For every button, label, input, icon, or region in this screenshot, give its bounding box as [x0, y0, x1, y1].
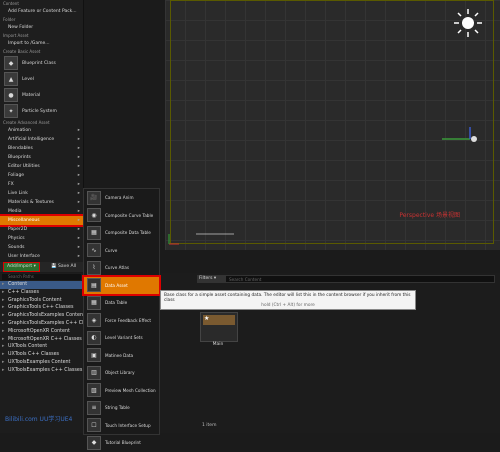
viewport-frame [170, 0, 494, 244]
menu-item-foliage[interactable]: Foliage ▸ [0, 171, 83, 180]
add-import-button[interactable]: Add/Import ▾ [3, 262, 40, 272]
matinee-icon: ▣ [87, 348, 101, 363]
new-folder-item[interactable]: New Folder [0, 23, 83, 32]
curve-icon: ∿ [87, 243, 101, 258]
save-all-button[interactable]: 💾 Save All [48, 263, 79, 271]
menu-item-live-link[interactable]: Live Link ▸ [0, 189, 83, 198]
submenu-item-data-asset[interactable]: ▤ Data Asset [82, 274, 161, 296]
content-toolbar: Add/Import ▾ 💾 Save All [0, 262, 83, 272]
viewport-overlay-text: Perspective 场景视图 [399, 212, 460, 219]
section-folder: Folder [3, 17, 16, 22]
data-asset-icon: ▤ [87, 278, 101, 293]
object-library-icon: ▥ [87, 365, 101, 380]
material-item[interactable]: ● Material [0, 87, 83, 103]
submenu-item-level-variant-sets[interactable]: ◐ Level Variant Sets [84, 329, 159, 347]
filters-button[interactable]: Filters ▾ [197, 275, 225, 283]
menu-item-miscellaneous[interactable]: Miscellaneous ▸ [0, 214, 85, 227]
menu-item-physics[interactable]: Physics ▸ [0, 234, 83, 243]
variant-sets-icon: ◐ [87, 330, 101, 345]
particle-icon: ✦ [4, 104, 18, 118]
folder-tree-panel: Search Paths Content C++ Classes Graphic… [0, 273, 83, 433]
tree-item[interactable]: UXToolsExamples C++ Classes [0, 367, 83, 375]
menu-item-paper2d[interactable]: Paper2D ▸ [0, 225, 83, 234]
level-item[interactable]: ▲ Level [0, 71, 83, 87]
submenu-item-force-feedback[interactable]: ◈ Force Feedback Effect [84, 312, 159, 330]
level-icon: ▲ [4, 72, 18, 86]
blueprint-icon: ◆ [4, 56, 18, 70]
section-basic: Create Basic Asset [3, 49, 41, 54]
section-import: Import Asset [3, 33, 29, 38]
asset-name: Main [212, 342, 224, 347]
sun-icon[interactable] [453, 8, 483, 38]
menu-item-media[interactable]: Media ▸ [0, 207, 83, 216]
level-viewport[interactable]: Perspective 场景视图 [165, 0, 500, 250]
menu-item-materials[interactable]: Materials & Textures ▸ [0, 198, 83, 207]
submenu-item-object-library[interactable]: ▥ Object Library [84, 364, 159, 382]
search-content-input[interactable]: Search Content [225, 275, 495, 283]
watermark: Bilibili.com UU学习UE4 [5, 416, 73, 423]
curve-atlas-icon: ⌇ [87, 260, 101, 275]
star-icon: ★ [204, 315, 210, 322]
viewport-scale-bar [196, 233, 234, 235]
submenu-item-data-table[interactable]: ▦ Data Table [84, 294, 159, 312]
tutorial-blueprint-icon: ◆ [87, 435, 101, 450]
asset-tile[interactable]: ★ [200, 312, 238, 342]
submenu-item-composite-curve-table[interactable]: ◉ Composite Curve Table [84, 207, 159, 225]
tree-item[interactable]: GraphicsToolsExamples Content [0, 312, 83, 320]
tree-item[interactable]: UXToolsExamples Content [0, 359, 83, 367]
submenu-item-curve-atlas[interactable]: ⌇ Curve Atlas [84, 259, 159, 277]
submenu-item-camera-anim[interactable]: 🎥 Camera Anim [84, 189, 159, 207]
search-paths-input[interactable]: Search Paths [2, 274, 81, 280]
menu-item-editor-utilities[interactable]: Editor Utilities ▸ [0, 162, 83, 171]
submenu-item-matinee-data[interactable]: ▣ Matinee Data [84, 347, 159, 365]
submenu-item-touch-interface[interactable]: ☐ Touch Interface Setup [84, 417, 159, 435]
particle-system-item[interactable]: ✦ Particle System [0, 103, 83, 119]
tree-item[interactable]: Content [0, 281, 83, 289]
tooltip-hint: hold (Ctrl + Alt) for more [261, 303, 315, 308]
tree-item[interactable]: MicrosoftOpenXR C++ Classes [0, 336, 83, 344]
submenu-item-string-table[interactable]: ≡ String Table [84, 399, 159, 417]
table-icon: ▦ [87, 295, 101, 310]
menu-item-sounds[interactable]: Sounds ▸ [0, 243, 83, 252]
blueprint-class-item[interactable]: ◆ Blueprint Class [0, 55, 83, 71]
touch-interface-icon: ☐ [87, 418, 101, 433]
menu-item-fx[interactable]: FX ▸ [0, 180, 83, 189]
tree-item[interactable]: UXTools C++ Classes [0, 351, 83, 359]
tree-item[interactable]: GraphicsTools Content [0, 297, 83, 305]
material-icon: ● [4, 88, 18, 102]
curve-table-icon: ◉ [87, 208, 101, 223]
add-new-menu: Content Add Feature or Content Pack... F… [0, 0, 85, 268]
menu-item-animation[interactable]: Animation ▸ [0, 126, 83, 135]
miscellaneous-submenu: 🎥 Camera Anim ◉ Composite Curve Table ▦ Com… [82, 188, 161, 450]
menu-item-user-interface[interactable]: User Interface ▸ [0, 252, 83, 261]
mesh-collection-icon: ▧ [87, 383, 101, 398]
menu-item-blueprints[interactable]: Blueprints ▸ [0, 153, 83, 162]
force-feedback-icon: ◈ [87, 313, 101, 328]
submenu-item-composite-data-table[interactable]: ▦ Composite Data Table [84, 224, 159, 242]
camera-anim-icon: 🎥 [87, 190, 101, 205]
transform-gizmo-icon[interactable] [440, 125, 480, 150]
add-feature-item[interactable]: Add Feature or Content Pack... [0, 7, 83, 16]
tree-item[interactable]: UXTools Content [0, 343, 83, 351]
data-table-icon: ▦ [87, 225, 101, 240]
section-content: Content [3, 1, 19, 6]
axis-indicator-icon [168, 234, 179, 245]
menu-item-blendables[interactable]: Blendables ▸ [0, 144, 83, 153]
string-table-icon: ≡ [87, 400, 101, 415]
tree-item[interactable]: GraphicsToolsExamples C++ Classes [0, 320, 83, 328]
save-icon: 💾 [51, 264, 57, 269]
section-advanced: Create Advanced Asset [3, 120, 50, 125]
import-game-item[interactable]: Import to /Game... [0, 39, 83, 48]
submenu-item-preview-mesh-collection[interactable]: ▧ Preview Mesh Collection [84, 382, 159, 400]
tree-item[interactable]: GraphicsTools C++ Classes [0, 304, 83, 312]
items-count: 1 item [202, 423, 217, 428]
tooltip-text: Base class for a simple asset containing… [164, 293, 411, 303]
submenu-item-curve[interactable]: ∿ Curve [84, 242, 159, 260]
tree-item[interactable]: C++ Classes [0, 289, 83, 297]
tree-item[interactable]: MicrosoftOpenXR Content [0, 328, 83, 336]
submenu-item-tutorial-blueprint[interactable]: ◆ Tutorial Blueprint [84, 434, 159, 452]
data-asset-tooltip: Base class for a simple asset containing… [160, 290, 416, 310]
menu-item-ai[interactable]: Artificial Intelligence ▸ [0, 135, 83, 144]
